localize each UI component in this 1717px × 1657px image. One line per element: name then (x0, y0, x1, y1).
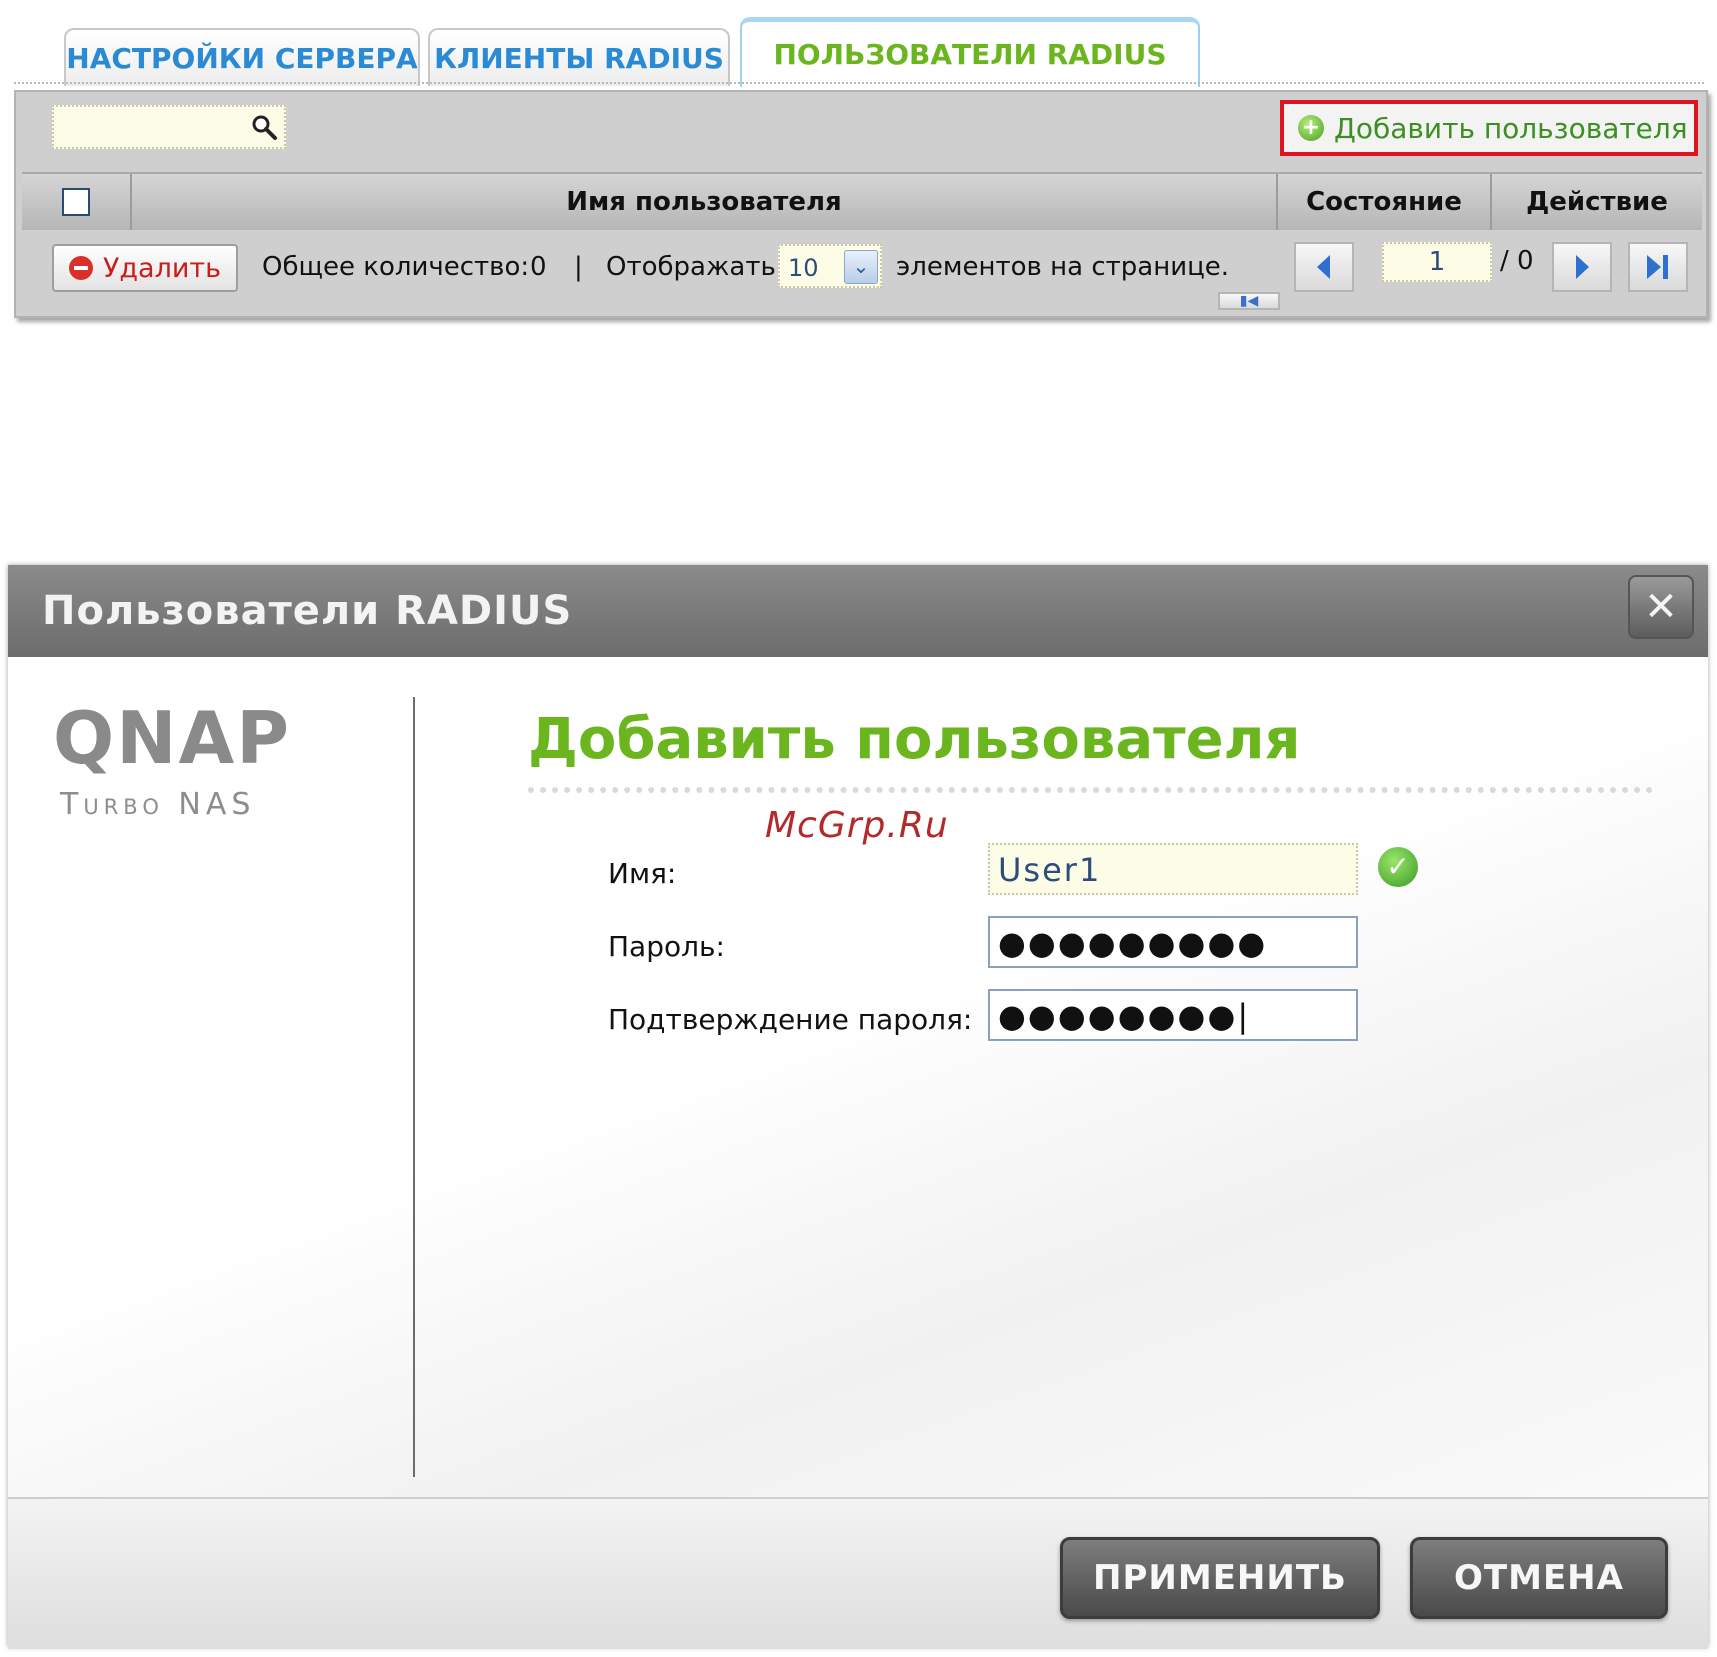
close-icon: ✕ (1644, 584, 1678, 630)
users-grid: + Добавить пользователя Имя пользователя… (14, 90, 1708, 318)
name-label: Имя: (608, 857, 677, 890)
next-page-button[interactable] (1552, 242, 1612, 292)
search-icon[interactable] (250, 113, 278, 145)
per-page-suffix: элементов на странице. (896, 252, 1230, 282)
check-circle-icon: ✓ (1378, 847, 1418, 887)
tab-label: КЛИЕНТЫ RADIUS (434, 41, 724, 75)
delete-label: Удалить (102, 252, 222, 284)
prev-page-button[interactable] (1294, 242, 1354, 292)
column-label: Действие (1526, 187, 1668, 217)
cancel-label: ОТМЕНА (1454, 1558, 1624, 1598)
prev-page-icon (1317, 255, 1330, 279)
add-user-dialog: Пользователи RADIUS ✕ QNAP Turbo NAS Доб… (8, 565, 1708, 1649)
tab-radius-users[interactable]: ПОЛЬЗОВАТЕЛИ RADIUS (740, 17, 1200, 87)
select-all-checkbox[interactable] (62, 188, 90, 216)
turbo-nas-logo: Turbo NAS (60, 787, 256, 822)
delete-button[interactable]: Удалить (52, 244, 238, 292)
password-field[interactable]: ●●●●●●●●● (988, 916, 1358, 968)
watermark: McGrp.Ru (765, 805, 949, 846)
total-label: Общее количество: (262, 252, 530, 282)
tab-server-settings[interactable]: НАСТРОЙКИ СЕРВЕРА (64, 28, 420, 86)
page-total: / 0 (1500, 246, 1534, 276)
dialog-body: QNAP Turbo NAS Добавить пользователя McG… (8, 657, 1708, 1497)
dialog-title: Пользователи RADIUS (42, 588, 573, 634)
apply-button[interactable]: ПРИМЕНИТЬ (1060, 1537, 1380, 1619)
last-page-button[interactable] (1628, 242, 1688, 292)
qnap-logo: QNAP (53, 696, 291, 780)
dialog-titlebar[interactable]: Пользователи RADIUS ✕ (8, 565, 1708, 657)
confirm-password-label: Подтверждение пароля: (608, 1003, 973, 1036)
add-user-label: Добавить пользователя (1334, 111, 1688, 145)
chevron-down-icon[interactable]: ⌄ (844, 250, 878, 284)
cancel-button[interactable]: ОТМЕНА (1410, 1537, 1668, 1619)
grid-footer: Удалить Общее количество: 0 | Отображать… (22, 232, 1702, 312)
per-page-select[interactable]: 10 ⌄ (778, 244, 882, 288)
last-page-icon (1647, 255, 1668, 279)
tabs-divider (14, 82, 1704, 84)
column-status[interactable]: Состояние (1278, 174, 1492, 230)
sidebar-divider (413, 697, 415, 1477)
heading-divider (528, 787, 1653, 793)
name-value: User1 (998, 851, 1102, 889)
minus-circle-icon (68, 256, 93, 280)
tab-label: ПОЛЬЗОВАТЕЛИ RADIUS (773, 38, 1167, 71)
dialog-footer: ПРИМЕНИТЬ ОТМЕНА (8, 1497, 1708, 1649)
separator: | (574, 252, 583, 282)
confirm-password-field[interactable]: ●●●●●●●●| (988, 989, 1358, 1041)
first-page-button[interactable]: ▮◀ (1218, 292, 1280, 310)
column-label: Состояние (1306, 187, 1462, 217)
total-value: 0 (530, 252, 547, 282)
password-label: Пароль: (608, 930, 725, 963)
display-label: Отображать (606, 252, 776, 282)
add-user-button[interactable]: + Добавить пользователя (1280, 100, 1698, 156)
column-username[interactable]: Имя пользователя (132, 174, 1278, 230)
tab-radius-clients[interactable]: КЛИЕНТЫ RADIUS (428, 28, 730, 86)
plus-circle-icon: + (1298, 115, 1324, 141)
per-page-value: 10 (788, 254, 819, 282)
password-value: ●●●●●●●●● (998, 924, 1268, 962)
name-field[interactable]: User1 (988, 843, 1358, 895)
tab-label: НАСТРОЙКИ СЕРВЕРА (66, 41, 418, 75)
select-all-cell (22, 174, 132, 230)
apply-label: ПРИМЕНИТЬ (1093, 1558, 1347, 1598)
table-header: Имя пользователя Состояние Действие (22, 172, 1702, 230)
column-label: Имя пользователя (566, 187, 842, 217)
confirm-password-value: ●●●●●●●●| (998, 997, 1251, 1035)
first-page-icon: ▮◀ (1239, 293, 1259, 309)
form-heading: Добавить пользователя (528, 707, 1301, 772)
page-number-input[interactable]: 1 (1382, 242, 1492, 282)
radius-users-panel: НАСТРОЙКИ СЕРВЕРА КЛИЕНТЫ RADIUS ПОЛЬЗОВ… (8, 0, 1708, 325)
page-current: 1 (1428, 247, 1446, 277)
next-page-icon (1576, 255, 1589, 279)
column-action[interactable]: Действие (1492, 174, 1702, 230)
close-button[interactable]: ✕ (1628, 575, 1694, 639)
search-input[interactable] (52, 105, 286, 149)
